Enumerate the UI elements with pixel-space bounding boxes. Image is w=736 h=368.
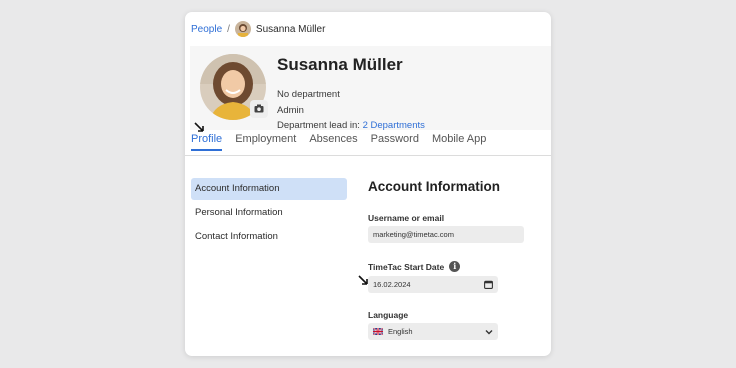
breadcrumb-avatar bbox=[234, 21, 251, 37]
calendar-icon[interactable] bbox=[484, 280, 493, 289]
breadcrumb-people-link[interactable]: People bbox=[191, 24, 222, 35]
username-value: marketing@timetac.com bbox=[373, 230, 454, 239]
breadcrumb-current: Susanna Müller bbox=[255, 23, 326, 35]
language-value: English bbox=[388, 327, 413, 336]
cursor-arrow-icon bbox=[358, 275, 368, 285]
start-date-label: TimeTac Start Date i bbox=[368, 261, 461, 272]
username-label-text: Username or email bbox=[368, 213, 445, 223]
department-lead-label: Department lead in: bbox=[277, 120, 360, 131]
language-select[interactable]: English bbox=[368, 323, 498, 340]
profile-tabs: Profile Employment Absences Password Mob… bbox=[191, 133, 499, 151]
camera-icon bbox=[254, 100, 264, 118]
tab-employment[interactable]: Employment bbox=[235, 133, 296, 151]
department-lead-link[interactable]: 2 Departments bbox=[363, 120, 425, 131]
section-nav: Account Information Personal Information… bbox=[191, 178, 347, 250]
chevron-down-icon bbox=[485, 329, 493, 335]
nav-contact-information[interactable]: Contact Information bbox=[191, 226, 347, 248]
profile-department: No department bbox=[277, 89, 340, 100]
department-lead-line: Department lead in: 2 Departments bbox=[277, 120, 425, 131]
language-label-text: Language bbox=[368, 310, 409, 320]
tab-profile[interactable]: Profile bbox=[191, 133, 223, 151]
change-photo-button[interactable] bbox=[250, 100, 268, 118]
nav-personal-information[interactable]: Personal Information bbox=[191, 202, 347, 224]
nav-account-information[interactable]: Account Information bbox=[191, 178, 347, 200]
uk-flag-icon bbox=[372, 327, 384, 336]
language-label: Language bbox=[368, 310, 408, 320]
breadcrumb-separator: / bbox=[227, 23, 230, 35]
username-field[interactable]: marketing@timetac.com bbox=[368, 226, 524, 243]
profile-role: Admin bbox=[277, 105, 304, 116]
username-label: Username or email bbox=[368, 213, 444, 223]
profile-name: Susanna Müller bbox=[277, 55, 403, 74]
profile-header: Susanna Müller No department Admin Depar… bbox=[190, 46, 551, 131]
start-date-label-text: TimeTac Start Date bbox=[368, 261, 445, 272]
section-title: Account Information bbox=[368, 179, 500, 194]
tab-password[interactable]: Password bbox=[371, 133, 419, 151]
profile-card: People / Susanna Müller Susanna Müller N… bbox=[185, 12, 551, 356]
start-date-field[interactable]: 16.02.2024 bbox=[368, 276, 498, 293]
breadcrumb: People / Susanna Müller bbox=[191, 21, 325, 37]
tab-absences[interactable]: Absences bbox=[309, 133, 357, 151]
tabs-divider bbox=[185, 155, 551, 156]
start-date-value: 16.02.2024 bbox=[373, 280, 411, 289]
info-icon[interactable]: i bbox=[449, 261, 461, 272]
tab-mobile-app[interactable]: Mobile App bbox=[432, 133, 486, 151]
